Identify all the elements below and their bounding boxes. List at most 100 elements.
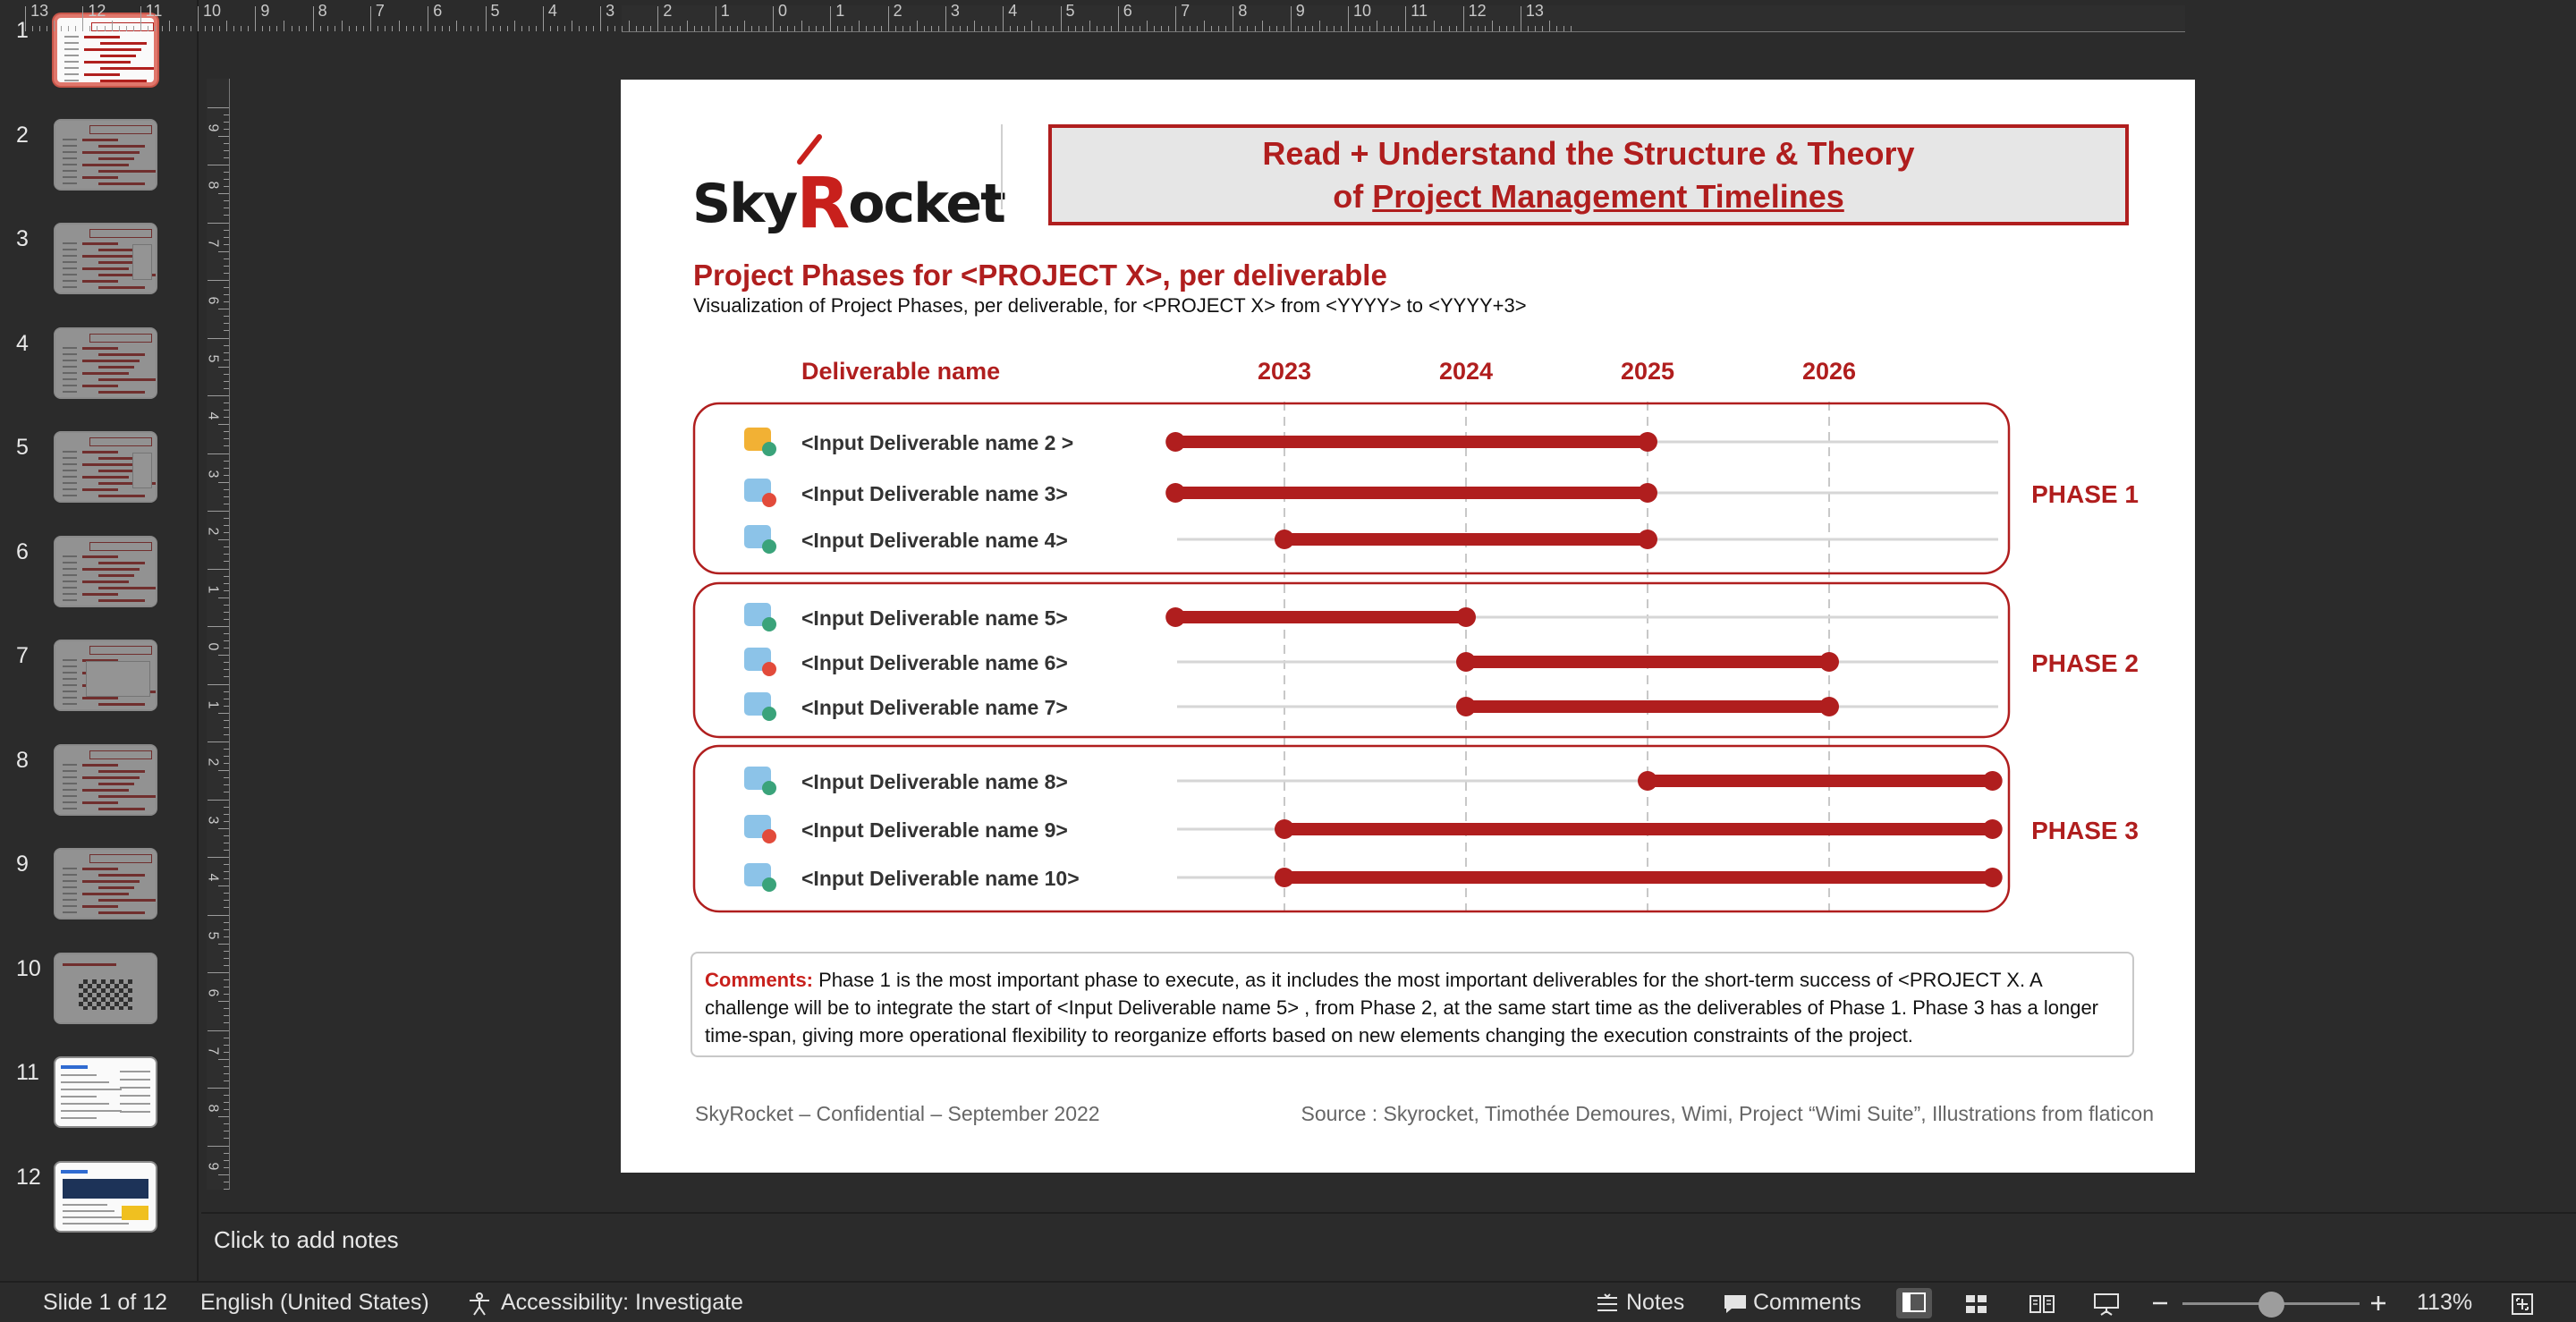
slide-thumbnail[interactable] [54, 535, 157, 607]
ruler-tick [384, 26, 386, 31]
notes-placeholder[interactable]: Click to add notes [214, 1226, 399, 1254]
slide-thumbnail[interactable] [54, 848, 157, 919]
ruler-tick [579, 26, 580, 31]
ruler-tick [456, 21, 458, 31]
slide-thumbnail[interactable] [54, 326, 157, 399]
slide-thumbnail[interactable] [54, 743, 157, 816]
ruler-tick [1333, 26, 1335, 31]
slide-thumbnail[interactable] [54, 1056, 157, 1128]
thumbnail-preview-mark [98, 261, 134, 264]
ruler-tick [224, 950, 229, 952]
comments-icon[interactable] [1723, 1293, 1748, 1315]
ruler-tick [208, 106, 229, 108]
slide-thumbnail[interactable] [54, 223, 157, 294]
ruler-tick [224, 1080, 229, 1081]
thumbnail-preview-mark [89, 646, 152, 655]
icon-badge [762, 781, 776, 795]
slide-thumbnail[interactable] [54, 14, 157, 86]
ruler-tick [859, 21, 860, 31]
ruler-tick [224, 900, 229, 902]
ruler-tick [224, 936, 229, 937]
thumbnail-preview-mark [98, 703, 145, 706]
ruler-tick [208, 914, 229, 916]
slide-thumbnail-row[interactable]: 6 [0, 535, 199, 625]
slide-thumbnail[interactable] [54, 1160, 157, 1233]
zoom-slider-thumb[interactable] [2258, 1292, 2284, 1318]
slide-thumbnail-number: 6 [16, 538, 29, 564]
ruler-label: 3 [950, 2, 960, 20]
slide-thumbnail-row[interactable]: 3 [0, 223, 199, 312]
slide-thumbnail-row[interactable]: 8 [0, 743, 199, 834]
slide-thumbnail[interactable] [54, 952, 157, 1024]
ruler-tick [305, 26, 307, 31]
slide-thumbnail[interactable] [54, 640, 157, 711]
thumbnail-preview-mark [63, 1216, 122, 1218]
year-tick-label: 2023 [1258, 358, 1311, 385]
comments-button[interactable]: Comments [1753, 1290, 1861, 1316]
ruler-tick [224, 474, 229, 476]
normal-view-button[interactable] [1896, 1288, 1932, 1318]
ruler-tick [535, 26, 537, 31]
thumbnail-preview-mark [63, 175, 77, 178]
slide-sorter-icon[interactable] [1964, 1293, 1989, 1315]
ruler-tick [981, 26, 983, 31]
ruler-tick [224, 294, 229, 296]
reading-view-icon[interactable] [2029, 1293, 2055, 1315]
accessibility-status[interactable]: Accessibility: Investigate [501, 1290, 743, 1316]
ruler-tick [224, 662, 229, 664]
slide-thumbnail-row[interactable]: 11 [0, 1056, 199, 1146]
ruler-tick [1412, 26, 1414, 31]
ruler-tick [1197, 26, 1199, 31]
slide-thumbnail-row[interactable]: 2 [0, 118, 199, 208]
ruler-tick [1261, 21, 1263, 31]
notes-button[interactable]: Notes [1626, 1290, 1684, 1316]
mail-shield-icon [744, 428, 776, 456]
slide-thumbnail-number: 12 [16, 1164, 41, 1190]
thumbnail-preview-mark [98, 390, 145, 394]
bar-end-dot [1638, 483, 1657, 503]
language-indicator[interactable]: English (United States) [200, 1290, 429, 1316]
slide-thumbnail[interactable] [54, 118, 157, 191]
ruler-label: 13 [1525, 2, 1544, 20]
slide-thumbnail-row[interactable]: 5 [0, 431, 199, 521]
slide-thumbnail-row[interactable]: 10 [0, 952, 199, 1042]
thumbnail-preview-mark [64, 73, 79, 75]
vertical-ruler-track: 9 8 7 6 5 4 3 2 1 0 1 2 3 4 5 6 7 8 9 [205, 79, 230, 1190]
ruler-tick [111, 21, 113, 31]
ruler-label: 3 [606, 2, 615, 20]
thumbnail-preview-mark [63, 905, 77, 907]
ruler-label: 4 [205, 411, 221, 420]
ruler-tick [780, 26, 782, 31]
slide-thumbnail[interactable] [54, 431, 157, 503]
zoom-out-icon[interactable] [2150, 1293, 2170, 1313]
slide-thumbnail-row[interactable]: 12 [0, 1160, 199, 1250]
slide-canvas[interactable]: SkyRocket Read + Understand the Structur… [621, 80, 2195, 1173]
thumbnail-preview-mark [63, 371, 77, 374]
ruler-tick [224, 1022, 229, 1024]
ruler-tick [1103, 26, 1105, 31]
ruler-tick [224, 243, 229, 245]
slide-thumbnail-row[interactable]: 4 [0, 326, 199, 417]
slide-thumbnail-row[interactable]: 9 [0, 848, 199, 937]
notes-pane[interactable]: Click to add notes [201, 1212, 2576, 1280]
slideshow-icon[interactable] [2093, 1292, 2120, 1317]
ruler-tick [1190, 26, 1191, 31]
zoom-in-icon[interactable] [2368, 1293, 2388, 1313]
thumbnail-preview-mark [82, 868, 118, 870]
phase-label: PHASE 2 [2031, 649, 2139, 677]
ruler-tick [708, 26, 709, 31]
thumbnail-preview-mark [63, 482, 77, 484]
deliverable-label: <Input Deliverable name 9> [801, 818, 1068, 842]
zoom-level[interactable]: 113% [2417, 1290, 2472, 1316]
ruler-tick [224, 1109, 229, 1111]
thumbnail-preview-mark [82, 555, 118, 558]
ruler-label: 7 [375, 2, 385, 20]
ruler-tick [513, 21, 515, 31]
accessibility-icon[interactable] [467, 1292, 492, 1317]
ruler-tick [224, 460, 229, 462]
thumbnail-preview-mark [63, 182, 77, 184]
slide-thumbnail-row[interactable]: 7 [0, 640, 199, 729]
notes-icon[interactable] [1596, 1293, 1619, 1315]
fit-to-window-icon[interactable] [2510, 1292, 2535, 1317]
thumbnail-preview-mark [61, 1074, 97, 1076]
